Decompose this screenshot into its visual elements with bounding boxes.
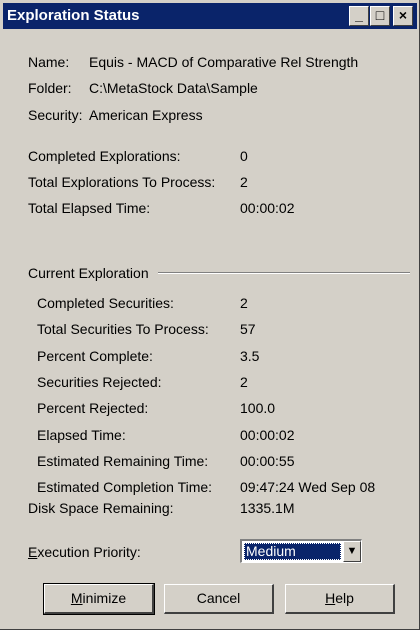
priority-label-text: xecution Priority: bbox=[37, 544, 141, 560]
security-value: American Express bbox=[89, 107, 203, 123]
current-exploration-row: Percent Rejected: 100.0 bbox=[37, 398, 417, 418]
current-exploration-row: Estimated Remaining Time: 00:00:55 bbox=[37, 451, 417, 471]
current-exploration-row: Percent Complete: 3.5 bbox=[37, 346, 417, 366]
exploration-status-window: Exploration Status _ □ × Name: Equis - M… bbox=[0, 0, 420, 630]
current-row-value: 3.5 bbox=[240, 347, 260, 364]
folder-row: Folder: C:\MetaStock Data\Sample bbox=[28, 78, 418, 98]
current-row-value: 2 bbox=[240, 295, 248, 311]
maximize-icon: □ bbox=[375, 7, 385, 23]
current-exploration-row: Estimated Completion Time: 09:47:24 Wed S… bbox=[37, 477, 417, 497]
total-explorations-row: Total Explorations To Process: 2 bbox=[28, 172, 418, 192]
disk-space-label: Disk Space Remaining: bbox=[28, 500, 174, 516]
disk-space-value: 1335.1M bbox=[240, 500, 295, 516]
execution-priority-label: Execution Priority: bbox=[28, 542, 141, 562]
help-button[interactable]: Help bbox=[285, 584, 395, 614]
disk-space-row: Disk Space Remaining: 1335.1M bbox=[28, 498, 418, 518]
close-icon: × bbox=[398, 7, 408, 23]
execution-priority-select[interactable]: Medium ▼ bbox=[240, 539, 362, 563]
minimize-window-button[interactable]: _ bbox=[349, 6, 369, 26]
name-value: Equis - MACD of Comparative Rel Strength bbox=[89, 54, 359, 70]
current-row-value: 100.0 bbox=[240, 400, 276, 417]
cancel-label: Cancel bbox=[196, 590, 241, 606]
current-row-label: Percent Complete: bbox=[37, 347, 153, 364]
chevron-down-icon: ▼ bbox=[346, 545, 358, 557]
current-exploration-heading: Current Exploration bbox=[28, 265, 149, 281]
current-row-value: 09:47:24 Wed Sep 08 bbox=[240, 479, 376, 496]
current-row-value: 57 bbox=[240, 321, 256, 338]
total-explorations-value: 2 bbox=[240, 174, 248, 190]
current-row-label: Percent Rejected: bbox=[37, 400, 149, 417]
name-row: Name: Equis - MACD of Comparative Rel St… bbox=[28, 52, 418, 72]
completed-explorations-label: Completed Explorations: bbox=[28, 148, 181, 164]
minimize-button[interactable]: Minimize bbox=[43, 583, 155, 615]
title-bar[interactable]: Exploration Status _ □ × bbox=[3, 3, 417, 29]
total-elapsed-value: 00:00:02 bbox=[240, 200, 295, 216]
completed-explorations-row: Completed Explorations: 0 bbox=[28, 146, 418, 166]
priority-accelerator: E bbox=[28, 544, 38, 560]
current-exploration-row: Securities Rejected: 2 bbox=[37, 372, 417, 392]
close-window-button[interactable]: × bbox=[393, 6, 413, 26]
name-label: Name: bbox=[28, 54, 70, 70]
current-row-label: Securities Rejected: bbox=[37, 373, 162, 390]
help-accelerator: H bbox=[325, 590, 336, 606]
section-divider bbox=[158, 272, 410, 274]
current-row-label: Estimated Remaining Time: bbox=[37, 452, 209, 469]
current-exploration-row: Total Securities To Process: 57 bbox=[37, 319, 417, 339]
completed-explorations-value: 0 bbox=[240, 148, 248, 164]
current-row-label: Elapsed Time: bbox=[37, 426, 126, 443]
help-label: elp bbox=[335, 590, 354, 606]
current-exploration-row: Completed Securities: 2 bbox=[37, 293, 417, 313]
current-row-label: Total Securities To Process: bbox=[37, 321, 209, 338]
dropdown-arrow-button[interactable]: ▼ bbox=[343, 541, 361, 562]
priority-selected-value: Medium bbox=[244, 543, 341, 560]
total-elapsed-label: Total Elapsed Time: bbox=[28, 200, 151, 216]
total-explorations-label: Total Explorations To Process: bbox=[28, 174, 216, 190]
minimize-accelerator: M bbox=[70, 590, 83, 606]
current-row-label: Estimated Completion Time: bbox=[37, 479, 213, 496]
folder-label: Folder: bbox=[28, 80, 72, 96]
window-title: Exploration Status bbox=[7, 7, 140, 24]
security-row: Security: American Express bbox=[28, 105, 418, 125]
folder-value: C:\MetaStock Data\Sample bbox=[89, 80, 258, 96]
current-row-value: 00:00:02 bbox=[240, 426, 295, 443]
cancel-button[interactable]: Cancel bbox=[164, 584, 274, 614]
current-row-value: 00:00:55 bbox=[240, 452, 295, 469]
current-row-label: Completed Securities: bbox=[37, 295, 174, 311]
minimize-label: inimize bbox=[82, 590, 127, 606]
current-exploration-row: Elapsed Time: 00:00:02 bbox=[37, 425, 417, 445]
security-label: Security: bbox=[28, 107, 83, 123]
maximize-window-button[interactable]: □ bbox=[370, 6, 390, 26]
current-row-value: 2 bbox=[240, 373, 248, 390]
minimize-icon: _ bbox=[355, 7, 363, 23]
total-elapsed-row: Total Elapsed Time: 00:00:02 bbox=[28, 198, 418, 218]
